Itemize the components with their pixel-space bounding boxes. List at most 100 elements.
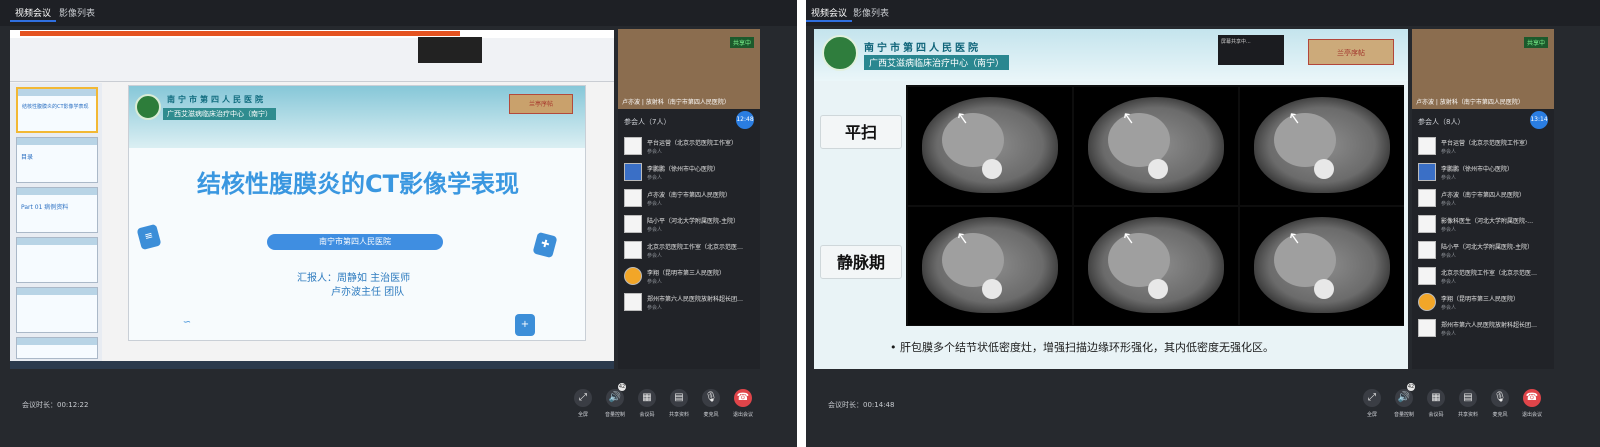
participant-role: 参会人	[647, 201, 663, 207]
participant-name: 李翔（昆明市第三人民医院）	[647, 270, 726, 277]
participant-item[interactable]: 李鹏鹏（徐州市中心医院） 参会人	[1418, 163, 1550, 183]
meeting-code-icon: ▦	[1427, 389, 1445, 407]
medical-kit-icon: ✚	[532, 231, 558, 259]
label-plain-scan: 平扫	[820, 115, 902, 149]
share-files-icon: ▤	[670, 389, 688, 407]
meeting-code-icon: ▦	[638, 389, 656, 407]
microphone-button[interactable]: 🎙 麦克风	[1485, 389, 1515, 418]
participant-item[interactable]: 卢亦波（南宁市第四人民医院） 参会人	[1418, 189, 1550, 209]
leave-meeting-button[interactable]: ☎ 退出会议	[1517, 389, 1547, 418]
participant-role: 参会人	[647, 175, 663, 181]
participant-name: 陆小平（河北大学附属医院-主院）	[647, 218, 740, 225]
shared-screen: 结核性腹膜炎的CT影像学表现 目录 Part 01 病例资料 南宁市第四人民医院…	[10, 30, 614, 369]
avatar	[1418, 137, 1436, 155]
participant-item[interactable]: 陆小平（河北大学附属医院-主院） 参会人	[1418, 241, 1550, 261]
leave-meeting-button[interactable]: ☎ 退出会议	[728, 389, 758, 418]
slide-center-name: 广西艾滋病临床治疗中心（南宁）	[864, 55, 1010, 70]
participant-role: 参会人	[1441, 201, 1457, 207]
participant-item[interactable]: 郑州市第六人民医院放射科超长团… 参会人	[624, 293, 756, 313]
screen-share-popup: 屏幕共享中...	[1218, 35, 1284, 65]
participant-item[interactable]: 北京示范医院工作室（北京示范医… 参会人	[624, 241, 756, 261]
volume-button[interactable]: 🔊 音量控制 42	[600, 383, 630, 418]
share-files-button[interactable]: ▤ 共享资料	[1453, 389, 1483, 418]
participant-item[interactable]: 卢亦波（南宁市第四人民医院） 参会人	[624, 189, 756, 209]
slide-thumbnail[interactable]	[16, 237, 98, 283]
fullscreen-icon: ⤢	[1363, 389, 1381, 407]
volume-button[interactable]: 🔊 音量控制 42	[1389, 383, 1419, 418]
slide-thumbnail[interactable]	[16, 287, 98, 333]
participant-name: 影像科医生（河北大学附属医院-…	[1441, 218, 1534, 225]
participant-item[interactable]: 陆小平（河北大学附属医院-主院） 参会人	[624, 215, 756, 235]
participant-name: 郑州市第六人民医院放射科超长团…	[647, 296, 744, 303]
participant-name: 卢亦波（南宁市第四人民医院）	[1441, 192, 1526, 199]
leave-meeting-label: 退出会议	[732, 412, 753, 418]
stethoscope-icon: ∽	[182, 317, 192, 328]
microphone-icon: 🎙	[1491, 389, 1509, 407]
fullscreen-button[interactable]: ⤢ 全屏	[1357, 389, 1387, 418]
participant-role: 参会人	[1441, 305, 1457, 311]
participant-item[interactable]: 李翔（昆明市第三人民医院） 参会人	[624, 267, 756, 287]
ct-scan-image: ↑	[908, 207, 1072, 325]
label-venous-phase: 静脉期	[820, 245, 902, 279]
avatar	[624, 293, 642, 311]
participants-header: 参会人（7人）	[624, 118, 671, 126]
meeting-code-button[interactable]: ▦ 会议码	[1421, 389, 1451, 418]
shared-screen: 南宁市第四人民医院 广西艾滋病临床治疗中心（南宁） 屏幕共享中... 兰亭序帖 …	[814, 29, 1408, 369]
avatar	[624, 189, 642, 207]
tab-image-list[interactable]: 影像列表	[54, 6, 100, 22]
participant-item[interactable]: 北京示范医院工作室（北京示范医… 参会人	[1418, 267, 1550, 287]
volume-label: 音量控制	[1393, 412, 1414, 418]
participant-role: 参会人	[647, 227, 663, 233]
participant-role: 参会人	[1441, 331, 1457, 337]
participant-item[interactable]: 李翔（昆明市第三人民医院） 参会人	[1418, 293, 1550, 313]
participant-name: 北京示范医院工作室（北京示范医…	[647, 244, 744, 251]
participant-item[interactable]: 平台运营（北京示范医院工作室） 参会人	[1418, 137, 1550, 157]
avatar	[624, 163, 642, 181]
avatar	[1418, 215, 1436, 233]
share-files-label: 共享资料	[668, 412, 689, 418]
slide-thumbnail[interactable]: 结核性腹膜炎的CT影像学表现	[16, 87, 98, 133]
participants-header: 参会人（8人）	[1418, 118, 1465, 126]
participant-name: 李翔（昆明市第三人民医院）	[1441, 296, 1520, 303]
top-tab-bar: 视频会议 影像列表	[806, 0, 1600, 26]
avatar	[1418, 241, 1436, 259]
volume-label: 音量控制	[604, 412, 625, 418]
participant-item[interactable]: 李鹏鹏（徐州市中心医院） 参会人	[624, 163, 756, 183]
volume-badge: 42	[618, 383, 626, 391]
speaker-label: 卢亦波 | 放射科（南宁市第四人民医院）	[1416, 99, 1524, 106]
participant-name: 李鹏鹏（徐州市中心医院）	[647, 166, 720, 173]
participant-name: 平台运营（北京示范医院工作室）	[647, 140, 738, 147]
microphone-label: 麦克风	[703, 412, 719, 418]
volume-icon: 🔊	[606, 389, 624, 407]
avatar	[1418, 163, 1436, 181]
avatar	[624, 215, 642, 233]
microphone-button[interactable]: 🎙 麦克风	[696, 389, 726, 418]
ct-image-grid: ↑ ↑ ↑ ↑ ↑ ↑	[906, 85, 1404, 326]
tab-image-list[interactable]: 影像列表	[848, 6, 894, 22]
meeting-code-button[interactable]: ▦ 会议码	[632, 389, 662, 418]
participant-item[interactable]: 平台运营（北京示范医院工作室） 参会人	[624, 137, 756, 157]
slide-hospital-name: 南宁市第四人民医院	[864, 43, 981, 54]
timer-badge: 12:48	[736, 111, 754, 129]
participant-name: 郑州市第六人民医院放射科超长团…	[1441, 322, 1538, 329]
share-files-button[interactable]: ▤ 共享资料	[664, 389, 694, 418]
fullscreen-button[interactable]: ⤢ 全屏	[568, 389, 598, 418]
participant-role: 参会人	[647, 279, 663, 285]
slide-reporter: 汇报人：周静如 主治医师 卢亦波主任 团队	[297, 273, 411, 298]
slide-thumbnail[interactable]: 目录	[16, 137, 98, 183]
slide-thumbnail[interactable]: Part 01 病例资料	[16, 187, 98, 233]
fullscreen-icon: ⤢	[574, 389, 592, 407]
avatar	[1418, 267, 1436, 285]
avatar	[624, 241, 642, 259]
ct-scan-image: ↑	[1240, 207, 1404, 325]
share-files-icon: ▤	[1459, 389, 1477, 407]
participant-item[interactable]: 郑州市第六人民医院放射科超长团… 参会人	[1418, 319, 1550, 339]
tab-video-meeting[interactable]: 视频会议	[806, 6, 853, 22]
top-tab-bar: 视频会议 影像列表	[0, 0, 797, 26]
participant-name: 陆小平（河北大学附属医院-主院）	[1441, 244, 1534, 251]
participant-role: 参会人	[1441, 253, 1457, 259]
participant-item[interactable]: 影像科医生（河北大学附属医院-… 参会人	[1418, 215, 1550, 235]
tab-video-meeting[interactable]: 视频会议	[10, 6, 57, 22]
slide-title: 结核性腹膜炎的CT影像学表现	[197, 170, 519, 198]
slide-thumbnail[interactable]	[16, 337, 98, 359]
